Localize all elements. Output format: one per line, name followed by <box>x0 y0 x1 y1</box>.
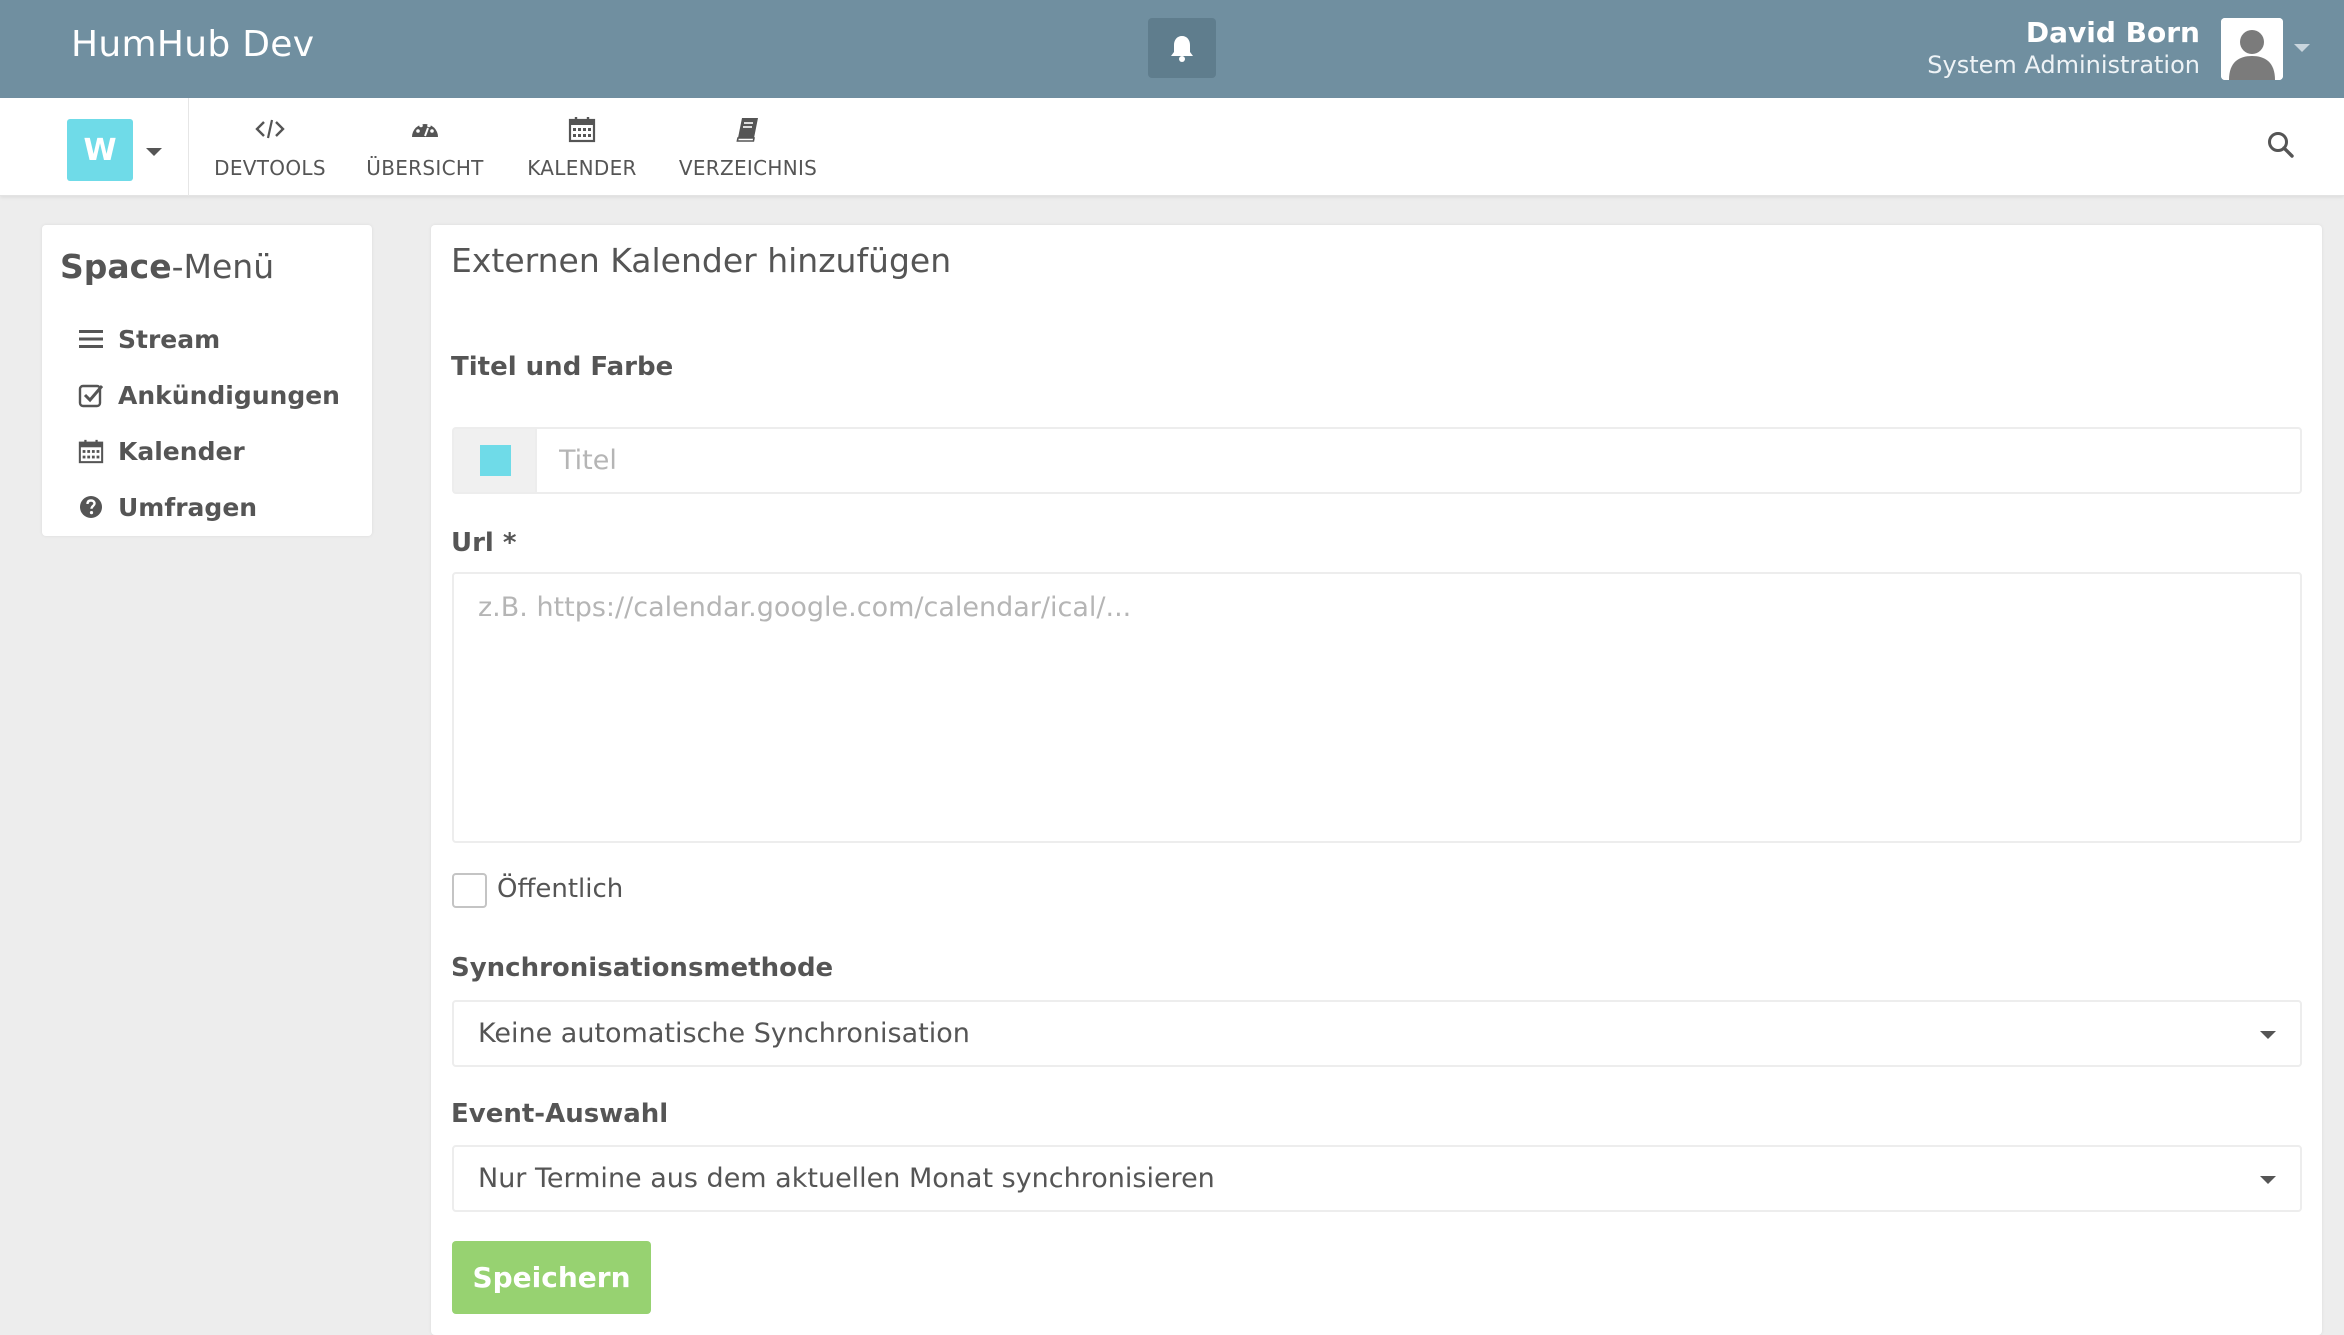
nav-item-uebersicht[interactable]: ÜBERSICHT <box>362 112 488 186</box>
space-nav-bar: W DEVTOOLS ÜBERSICHT KALENDER VERZEICHNI… <box>0 98 2344 196</box>
bell-icon <box>1171 36 1193 62</box>
sidebar-item-label: Kalender <box>118 436 245 466</box>
event-selection-label: Event-Auswahl <box>451 1099 669 1129</box>
color-swatch <box>479 445 511 476</box>
sidebar-item-label: Ankündigungen <box>118 380 340 410</box>
user-silhouette-icon <box>2221 18 2283 80</box>
event-selection-select[interactable]: Nur Termine aus dem aktuellen Monat sync… <box>452 1145 2302 1212</box>
nav-label: ÜBERSICHT <box>366 156 484 180</box>
nav-divider <box>188 98 189 196</box>
question-circle-icon <box>76 492 106 522</box>
dashboard-icon <box>410 112 440 146</box>
nav-label: VERZEICHNIS <box>678 156 818 180</box>
nav-item-kalender[interactable]: KALENDER <box>522 112 642 186</box>
public-checkbox[interactable] <box>452 873 487 908</box>
check-square-icon <box>76 380 106 410</box>
sidebar-item-umfragen[interactable]: Umfragen <box>76 487 257 527</box>
user-role: System Administration <box>1927 51 2200 79</box>
book-icon <box>735 112 761 146</box>
caret-down-icon <box>2260 1176 2276 1184</box>
color-picker-button[interactable] <box>452 427 536 494</box>
calendar-icon <box>568 112 596 146</box>
url-label: Url * <box>451 528 517 558</box>
nav-item-verzeichnis[interactable]: VERZEICHNIS <box>676 112 820 186</box>
save-button[interactable]: Speichern <box>452 1241 651 1314</box>
sync-method-value: Keine automatische Synchronisation <box>478 1018 970 1049</box>
sync-method-select[interactable]: Keine automatische Synchronisation <box>452 1000 2302 1067</box>
event-selection-value: Nur Termine aus dem aktuellen Monat sync… <box>478 1163 1215 1194</box>
search-button[interactable] <box>2266 130 2296 160</box>
title-input[interactable] <box>535 427 2302 494</box>
space-badge[interactable]: W <box>67 119 133 181</box>
sidebar-item-kalender[interactable]: Kalender <box>76 431 245 471</box>
search-icon <box>2268 132 2294 158</box>
public-checkbox-label[interactable]: Öffentlich <box>497 874 623 904</box>
app-brand[interactable]: HumHub Dev <box>71 24 314 65</box>
top-bar: HumHub Dev David Born System Administrat… <box>0 0 2344 98</box>
space-menu-panel: Space-Menü Stream Ankündigungen Kalender… <box>42 225 372 536</box>
sidebar-item-label: Umfragen <box>118 492 258 522</box>
sidebar-item-ankuendigungen[interactable]: Ankündigungen <box>76 375 340 415</box>
sidebar-item-label: Stream <box>118 324 221 354</box>
nav-item-devtools[interactable]: DEVTOOLS <box>210 112 330 186</box>
space-chooser-caret-icon[interactable] <box>146 148 162 156</box>
add-external-calendar-panel: Externen Kalender hinzufügen Titel und F… <box>431 225 2322 1335</box>
sync-method-label: Synchronisationsmethode <box>451 953 834 983</box>
caret-down-icon <box>2260 1031 2276 1039</box>
bars-icon <box>76 324 106 354</box>
nav-label: KALENDER <box>527 156 637 180</box>
avatar[interactable] <box>2221 18 2283 80</box>
page-title: Externen Kalender hinzufügen <box>451 241 952 280</box>
notifications-button[interactable] <box>1148 18 1216 78</box>
calendar-icon <box>76 436 106 466</box>
space-menu-title: Space-Menü <box>60 247 275 286</box>
user-menu[interactable]: David Born System Administration <box>1927 16 2200 80</box>
code-icon <box>255 112 285 146</box>
user-name: David Born <box>2025 16 2200 49</box>
title-color-label: Titel und Farbe <box>451 352 674 382</box>
url-textarea[interactable] <box>452 572 2302 843</box>
nav-label: DEVTOOLS <box>214 156 326 180</box>
user-menu-caret-icon[interactable] <box>2294 44 2310 52</box>
sidebar-item-stream[interactable]: Stream <box>76 319 220 359</box>
